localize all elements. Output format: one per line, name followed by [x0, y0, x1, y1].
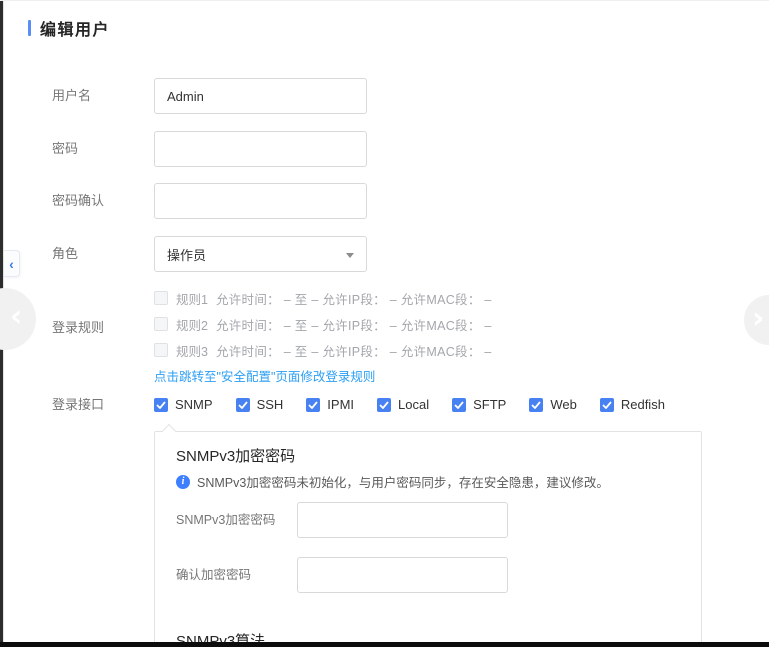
ssh-checkbox[interactable]: [236, 398, 250, 412]
login-rule-item: 规则2 允许时间： – 至 – 允许IP段： – 允许MAC段： –: [154, 311, 492, 337]
ipmi-checkbox[interactable]: [306, 398, 320, 412]
interface-option-local[interactable]: Local: [377, 397, 429, 412]
page-title: 编辑用户: [40, 16, 110, 40]
login-interfaces-label: 登录接口: [52, 397, 148, 413]
password-input[interactable]: [154, 131, 367, 167]
login-rule-item: 规则1 允许时间： – 至 – 允许IP段： – 允许MAC段： –: [154, 285, 492, 311]
chevron-down-icon: [346, 253, 354, 258]
interface-option-sftp[interactable]: SFTP: [452, 397, 506, 412]
sidebar-collapse-tab[interactable]: ‹: [4, 250, 20, 277]
password-label: 密码: [52, 131, 148, 167]
snmpv3-panel: SNMPv3加密密码 i SNMPv3加密密码未初始化，与用户密码同步，存在安全…: [154, 431, 702, 647]
security-config-link[interactable]: 点击跳转至"安全配置"页面修改登录规则: [154, 366, 375, 385]
redfish-checkbox[interactable]: [600, 398, 614, 412]
check-icon: [531, 401, 541, 409]
sftp-checkbox[interactable]: [452, 398, 466, 412]
interface-option-ipmi[interactable]: IPMI: [306, 397, 354, 412]
role-label: 角色: [52, 236, 148, 272]
snmpv3-notice-text: SNMPv3加密密码未初始化，与用户密码同步，存在安全隐患，建议修改。: [197, 472, 609, 491]
snmp-checkbox[interactable]: [154, 398, 168, 412]
local-checkbox[interactable]: [377, 398, 391, 412]
snmpv3-password-label: SNMPv3加密密码: [176, 502, 276, 538]
bottom-edge-strip: [0, 642, 769, 647]
interface-option-snmp[interactable]: SNMP: [154, 397, 213, 412]
interface-option-label: SNMP: [175, 397, 213, 412]
rule1-name: 规则1: [176, 289, 208, 308]
interface-option-label: IPMI: [327, 397, 354, 412]
role-select[interactable]: 操作员: [154, 236, 367, 272]
carousel-next-button[interactable]: ›: [744, 295, 769, 345]
web-checkbox[interactable]: [529, 398, 543, 412]
carousel-prev-button[interactable]: ‹: [0, 288, 36, 350]
interface-option-label: Redfish: [621, 397, 665, 412]
rule1-detail: 允许时间： – 至 – 允许IP段： – 允许MAC段： –: [216, 289, 492, 308]
interface-option-ssh[interactable]: SSH: [236, 397, 284, 412]
rule2-name: 规则2: [176, 315, 208, 334]
check-icon: [379, 401, 389, 409]
panel-pointer-caret: [162, 424, 176, 438]
username-input[interactable]: [154, 78, 367, 114]
password-confirm-input[interactable]: [154, 183, 367, 219]
check-icon: [238, 401, 248, 409]
interface-option-label: Local: [398, 397, 429, 412]
top-edge-divider: [0, 0, 769, 1]
check-icon: [454, 401, 464, 409]
rule3-checkbox: [154, 343, 168, 357]
interface-option-web[interactable]: Web: [529, 397, 577, 412]
snmpv3-panel-title: SNMPv3加密密码: [176, 445, 295, 466]
interface-option-redfish[interactable]: Redfish: [600, 397, 665, 412]
chevron-left-icon: ‹: [9, 257, 14, 271]
title-accent-bar: [28, 20, 31, 36]
login-interfaces-list: SNMP SSH IPMI: [154, 397, 665, 412]
edit-user-page: 编辑用户 用户名 密码 密码确认 角色 操作员 登录规则: [0, 0, 769, 647]
rule3-detail: 允许时间： – 至 – 允许IP段： – 允许MAC段： –: [216, 341, 492, 360]
login-rule-item: 规则3 允许时间： – 至 – 允许IP段： – 允许MAC段： –: [154, 337, 492, 363]
login-rules-label: 登录规则: [52, 317, 148, 336]
password-confirm-label: 密码确认: [52, 183, 148, 219]
chevron-left-icon: ‹: [10, 302, 22, 332]
interface-option-label: SSH: [257, 397, 284, 412]
interface-option-label: Web: [550, 397, 577, 412]
snmpv3-confirm-input[interactable]: [297, 557, 508, 593]
check-icon: [602, 401, 612, 409]
snmpv3-notice: i SNMPv3加密密码未初始化，与用户密码同步，存在安全隐患，建议修改。: [176, 472, 609, 491]
interface-option-label: SFTP: [473, 397, 506, 412]
info-icon: i: [176, 475, 190, 489]
chevron-right-icon: ›: [752, 304, 764, 334]
check-icon: [308, 401, 318, 409]
username-label: 用户名: [52, 78, 148, 114]
snmpv3-confirm-label: 确认加密密码: [176, 557, 276, 593]
page-header: 编辑用户: [28, 16, 110, 40]
check-icon: [156, 401, 166, 409]
rule2-checkbox: [154, 317, 168, 331]
snmpv3-password-input[interactable]: [297, 502, 508, 538]
rule2-detail: 允许时间： – 至 – 允许IP段： – 允许MAC段： –: [216, 315, 492, 334]
rule3-name: 规则3: [176, 341, 208, 360]
rule1-checkbox: [154, 291, 168, 305]
role-selected-value: 操作员: [167, 245, 206, 264]
